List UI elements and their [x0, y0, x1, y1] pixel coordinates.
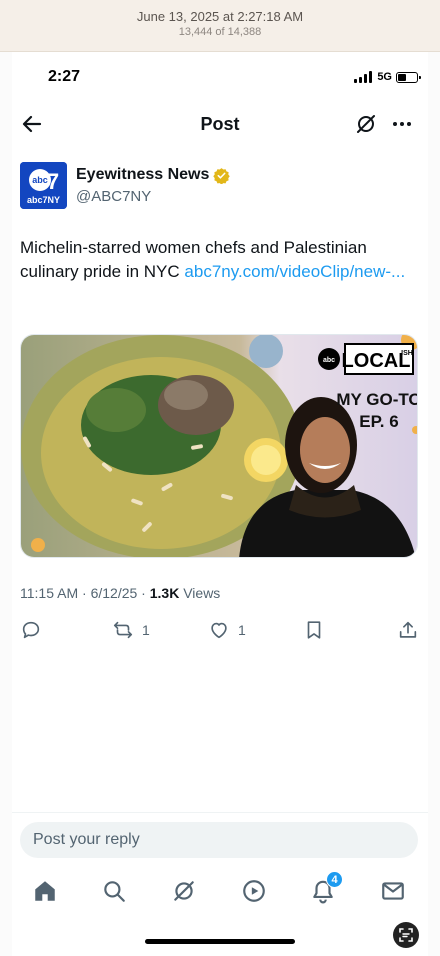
share-button[interactable]	[397, 618, 419, 642]
tweet-media-image[interactable]: abc LOCAL ISH MY GO-TO EP. 6	[20, 334, 418, 558]
verified-badge-icon	[213, 167, 231, 184]
avatar-number: 7	[47, 169, 59, 194]
capture-date: June 13, 2025 at 2:27:18 AM	[136, 9, 304, 24]
author-handle[interactable]: @ABC7NY	[76, 188, 151, 205]
like-count: 1	[238, 622, 246, 638]
reply-button[interactable]	[20, 618, 50, 642]
status-time: 2:27	[48, 68, 81, 85]
media-abc-logo: abc	[323, 357, 335, 364]
video-icon	[243, 880, 265, 902]
media-series-text: MY GO-TO	[336, 390, 418, 409]
tweet-text: Michelin-starred women chefs and Palesti…	[20, 236, 414, 284]
reply-input[interactable]	[20, 822, 418, 858]
scan-icon	[399, 928, 413, 942]
network-type: 5G	[377, 71, 392, 83]
tab-grok[interactable]	[171, 878, 197, 904]
media-episode-text: EP. 6	[359, 412, 398, 431]
top-navigation: Post	[12, 106, 428, 142]
mail-icon	[382, 882, 404, 900]
like-icon	[211, 622, 227, 639]
capture-count: 13,444 of 14,388	[178, 26, 262, 38]
bookmark-icon	[307, 621, 321, 639]
repost-count: 1	[142, 622, 150, 638]
signal-icon	[354, 71, 373, 83]
avatar[interactable]: abc 7 abc7NY	[20, 162, 67, 209]
tab-search[interactable]	[101, 878, 127, 904]
lens-button[interactable]	[393, 922, 419, 948]
home-icon	[35, 881, 55, 901]
author-name-text: Eyewitness News	[76, 166, 210, 183]
author-name[interactable]: Eyewitness News	[76, 166, 231, 184]
tab-video[interactable]	[241, 878, 267, 904]
grok-icon	[174, 881, 194, 901]
tweet-actions: 1 1	[20, 618, 420, 642]
status-indicators: 5G	[354, 70, 421, 84]
media-ish-text: ISH	[401, 350, 413, 357]
tweet-time: 11:15 AM	[20, 585, 79, 601]
more-icon[interactable]	[390, 112, 414, 136]
repost-button[interactable]: 1	[112, 618, 150, 642]
tab-home[interactable]	[32, 878, 58, 904]
repost-icon	[113, 621, 133, 639]
search-icon	[104, 881, 125, 902]
views-label: Views	[183, 585, 221, 601]
phone-screen: 2:27 5G Post abc 7 abc7NY Eyewitness New…	[12, 52, 428, 956]
battery-icon	[396, 71, 421, 83]
tab-notifications[interactable]: 4	[310, 871, 343, 904]
views-count: 1.3K	[149, 585, 180, 601]
tweet-author[interactable]: abc 7 abc7NY Eyewitness News @ABC7NY	[20, 162, 420, 210]
share-icon	[399, 621, 417, 638]
reply-icon	[22, 621, 40, 639]
tweet-meta: 11:15 AM · 6/12/25 · 1.3K Views	[20, 585, 221, 601]
home-indicator	[145, 939, 295, 944]
avatar-abc-text: abc	[32, 175, 48, 185]
tab-messages[interactable]	[380, 878, 406, 904]
tweet-link[interactable]: abc7ny.com/videoClip/new-...	[184, 262, 405, 281]
media-local-text: LOCAL	[342, 350, 411, 372]
screenshot-capture-header: June 13, 2025 at 2:27:18 AM 13,444 of 14…	[0, 0, 440, 52]
bookmark-button[interactable]	[303, 618, 325, 642]
divider	[12, 812, 428, 813]
bottom-tab-bar: 4	[12, 871, 428, 908]
like-button[interactable]: 1	[208, 618, 246, 642]
tweet-date: 6/12/25	[90, 585, 138, 601]
grok-icon[interactable]	[354, 112, 378, 136]
avatar-brand-text: abc7NY	[27, 195, 60, 205]
notification-badge: 4	[326, 871, 343, 888]
